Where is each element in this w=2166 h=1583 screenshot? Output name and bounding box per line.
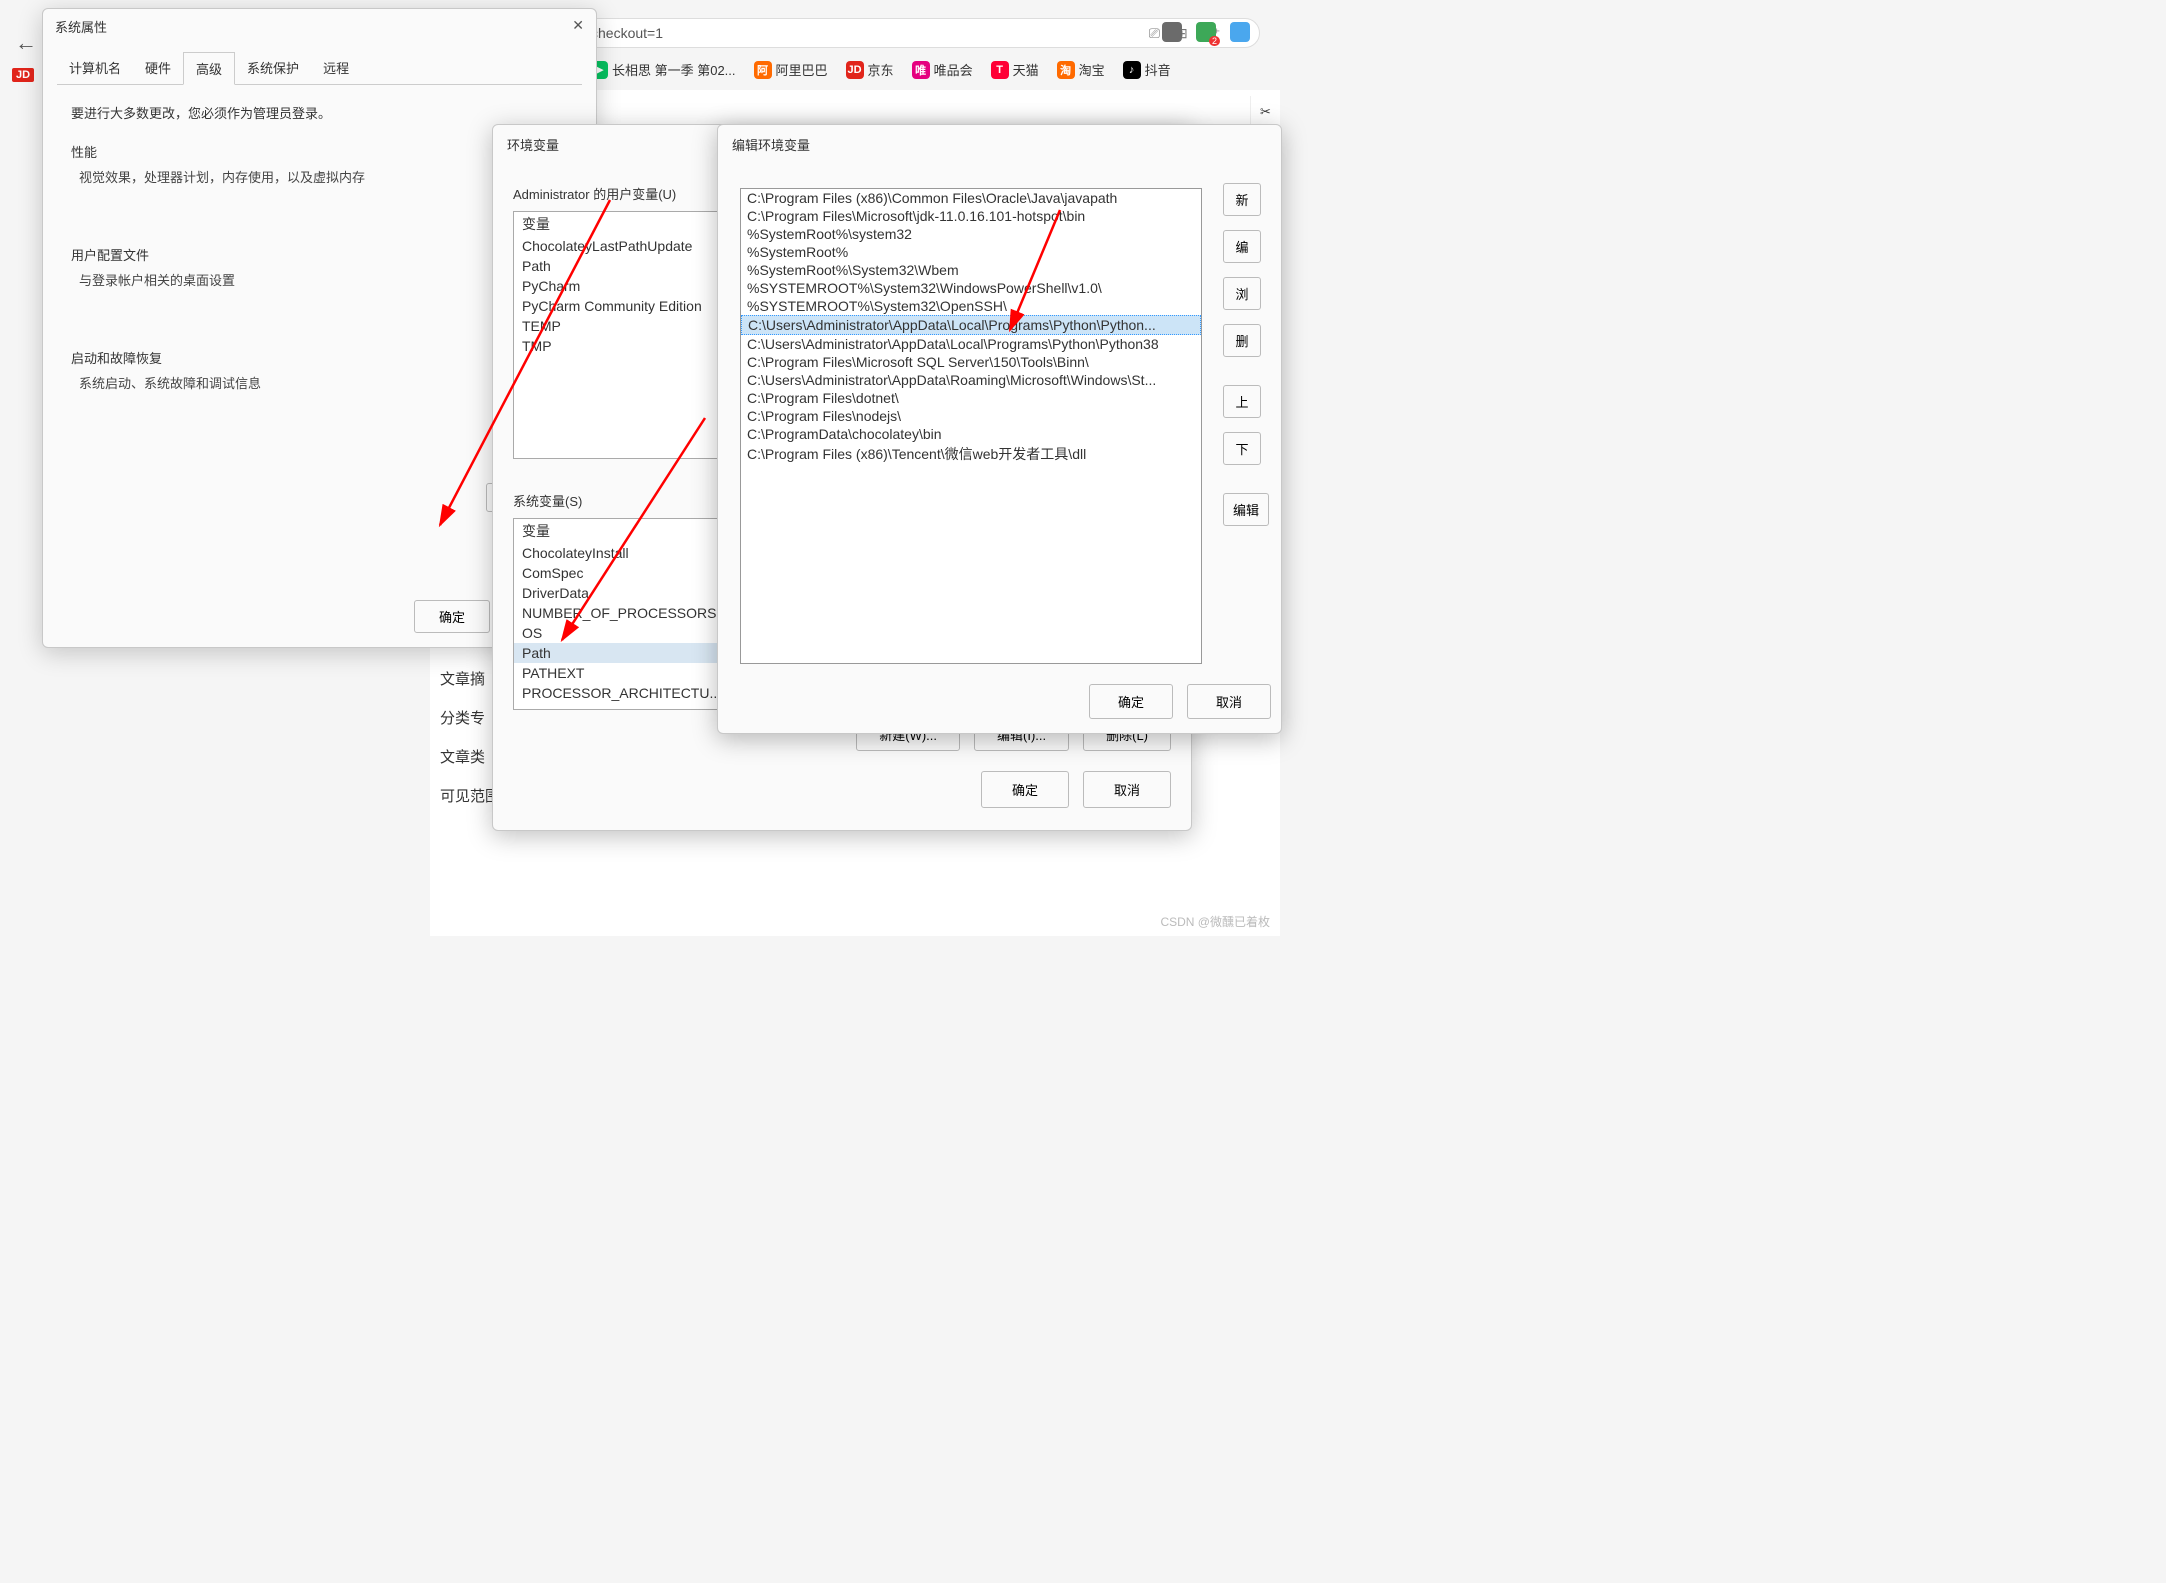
path-item[interactable]: %SYSTEMROOT%\System32\OpenSSH\	[741, 297, 1201, 315]
path-item[interactable]: C:\Program Files\nodejs\	[741, 407, 1201, 425]
cancel-button[interactable]: 取消	[1187, 684, 1271, 719]
up-button[interactable]: 上	[1223, 385, 1261, 418]
path-item[interactable]: C:\Program Files (x86)\Tencent\微信web开发者工…	[741, 443, 1201, 465]
new-button[interactable]: 新	[1223, 183, 1261, 216]
bookmark-item[interactable]: ▶长相思 第一季 第02...	[590, 60, 736, 79]
tab-system-protection[interactable]: 系统保护	[235, 52, 311, 84]
extension-icon-3[interactable]	[1230, 22, 1250, 42]
tab-computer-name[interactable]: 计算机名	[57, 52, 133, 84]
path-item[interactable]: %SystemRoot%\system32	[741, 225, 1201, 243]
path-item[interactable]: C:\Program Files\Microsoft\jdk-11.0.16.1…	[741, 207, 1201, 225]
bookmark-item[interactable]: 唯唯品会	[912, 60, 973, 79]
path-item[interactable]: C:\Program Files (x86)\Common Files\Orac…	[741, 189, 1201, 207]
ok-button[interactable]: 确定	[1089, 684, 1173, 719]
path-item[interactable]: %SystemRoot%	[741, 243, 1201, 261]
browse-button[interactable]: 浏	[1223, 277, 1261, 310]
delete-button[interactable]: 删	[1223, 324, 1261, 357]
down-button[interactable]: 下	[1223, 432, 1261, 465]
path-item-selected[interactable]: C:\Users\Administrator\AppData\Local\Pro…	[741, 315, 1201, 335]
ok-button[interactable]: 确定	[981, 771, 1069, 808]
tab-advanced[interactable]: 高级	[183, 52, 235, 85]
bookmark-item[interactable]: 阿阿里巴巴	[754, 60, 828, 79]
bookmark-item[interactable]: 淘淘宝	[1057, 60, 1105, 79]
bookmarks-bar: ▶长相思 第一季 第02... 阿阿里巴巴 JD京东 唯唯品会 T天猫 淘淘宝 …	[590, 60, 1171, 79]
close-icon[interactable]: ✕	[572, 17, 584, 36]
extension-icon-2[interactable]: 2	[1196, 22, 1216, 42]
path-item[interactable]: %SystemRoot%\System32\Wbem	[741, 261, 1201, 279]
scissors-icon[interactable]: ✂	[1260, 104, 1271, 120]
cancel-button[interactable]: 取消	[1083, 771, 1171, 808]
ok-button[interactable]: 确定	[414, 600, 490, 633]
path-item[interactable]: %SYSTEMROOT%\System32\WindowsPowerShell\…	[741, 279, 1201, 297]
tab-remote[interactable]: 远程	[311, 52, 361, 84]
address-bar[interactable]: checkout=1 ⎚ ⊞ A⁺ ☆	[580, 18, 1260, 48]
back-button[interactable]: ←	[15, 30, 37, 56]
path-item[interactable]: C:\ProgramData\chocolatey\bin	[741, 425, 1201, 443]
devices-icon[interactable]: ⎚	[1149, 25, 1160, 42]
edit-env-variable-dialog: 编辑环境变量 C:\Program Files (x86)\Common Fil…	[717, 124, 1282, 734]
path-item[interactable]: C:\Program Files\dotnet\	[741, 389, 1201, 407]
admin-note: 要进行大多数更改，您必须作为管理员登录。	[71, 103, 568, 122]
path-item[interactable]: C:\Users\Administrator\AppData\Local\Pro…	[741, 335, 1201, 353]
dialog-title: 系统属性	[55, 17, 107, 36]
path-entries-list[interactable]: C:\Program Files (x86)\Common Files\Orac…	[740, 188, 1202, 664]
dialog-title: 编辑环境变量	[718, 125, 1281, 164]
bookmark-item[interactable]: ♪抖音	[1123, 60, 1171, 79]
tab-hardware[interactable]: 硬件	[133, 52, 183, 84]
edit-button[interactable]: 编	[1223, 230, 1261, 263]
tabs: 计算机名 硬件 高级 系统保护 远程	[57, 52, 582, 85]
bookmark-item[interactable]: T天猫	[991, 60, 1039, 79]
jd-bookmark-icon[interactable]: JD	[12, 68, 34, 82]
bookmark-item[interactable]: JD京东	[846, 60, 894, 79]
address-text: checkout=1	[591, 25, 663, 41]
path-item[interactable]: C:\Program Files\Microsoft SQL Server\15…	[741, 353, 1201, 371]
path-item[interactable]: C:\Users\Administrator\AppData\Roaming\M…	[741, 371, 1201, 389]
edit-text-button[interactable]: 编辑	[1223, 493, 1269, 526]
extension-icon-1[interactable]	[1162, 22, 1182, 42]
watermark: CSDN @微醺已着枚	[1160, 913, 1270, 930]
